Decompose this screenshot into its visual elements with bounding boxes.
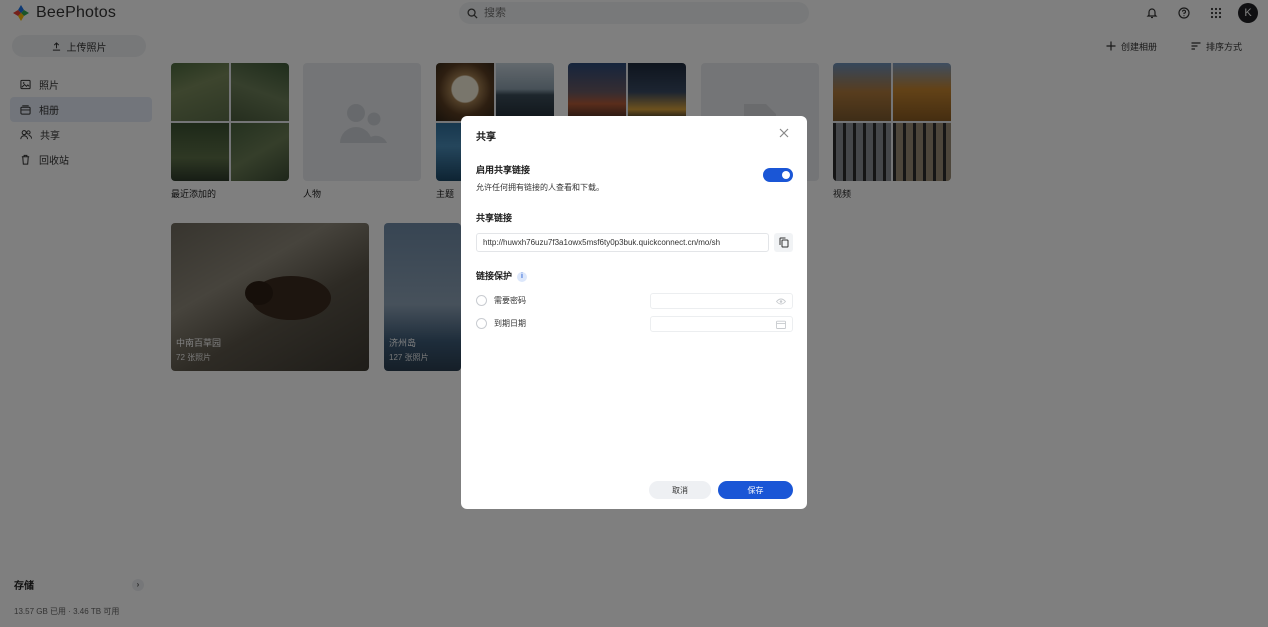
info-icon[interactable]: i	[517, 271, 528, 282]
password-input[interactable]	[650, 293, 793, 309]
password-option[interactable]: 需要密码	[476, 295, 526, 306]
save-button[interactable]: 保存	[718, 481, 793, 499]
app-root: BeePhotos K 上传	[0, 0, 1268, 627]
calendar-icon[interactable]	[776, 320, 786, 329]
expiry-radio[interactable]	[476, 318, 487, 329]
link-protection-title: 链接保护 i	[476, 269, 528, 282]
toggle-knob	[782, 171, 790, 179]
password-option-label: 需要密码	[494, 296, 526, 305]
expiry-option-label: 到期日期	[494, 319, 526, 328]
eye-icon[interactable]	[776, 298, 786, 305]
enable-link-title: 启用共享链接	[476, 165, 531, 175]
enable-link-toggle[interactable]	[763, 168, 793, 182]
share-dialog: 共享 启用共享链接 允许任何拥有链接的人查看和下载。 共享链接 http://h…	[461, 116, 807, 509]
close-icon	[779, 128, 789, 138]
copy-link-button[interactable]	[774, 233, 793, 252]
enable-link-description: 允许任何拥有链接的人查看和下载。	[476, 183, 604, 192]
share-link-field[interactable]: http://huwxh76uzu7f3a1owx5msf6ty0p3buk.q…	[476, 233, 769, 252]
close-button[interactable]	[777, 126, 791, 140]
password-radio[interactable]	[476, 295, 487, 306]
cancel-button[interactable]: 取消	[649, 481, 711, 499]
expiry-option[interactable]: 到期日期	[476, 318, 526, 329]
dialog-title: 共享	[476, 132, 496, 143]
link-protection-label: 链接保护	[476, 271, 513, 281]
expiry-date-input[interactable]	[650, 316, 793, 332]
share-link-title: 共享链接	[476, 213, 513, 223]
copy-icon	[779, 237, 788, 248]
